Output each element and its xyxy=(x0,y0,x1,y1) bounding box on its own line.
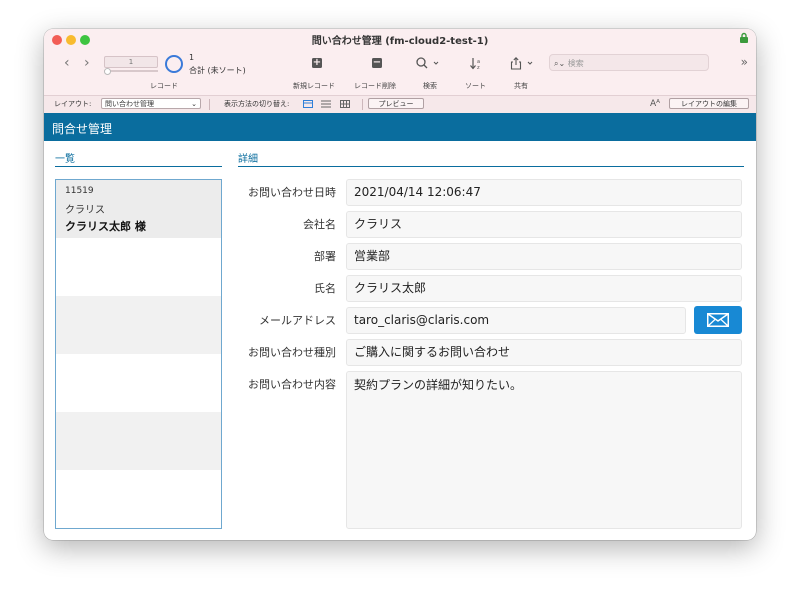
lock-icon xyxy=(740,32,748,43)
inquiry-datetime-field[interactable]: 2021/04/14 12:06:47 xyxy=(346,179,742,206)
page-title: 問合せ管理 xyxy=(52,122,113,136)
record-ring-icon xyxy=(165,55,183,73)
name-field[interactable]: クラリス太郎 xyxy=(346,275,742,302)
email-label: メールアドレス xyxy=(259,314,336,327)
list-item-id: 11519 xyxy=(65,186,94,196)
list-item-empty xyxy=(56,296,221,354)
find-button[interactable]: 検索 xyxy=(423,81,437,91)
list-item-empty xyxy=(56,412,221,470)
records-label: レコード xyxy=(150,82,178,90)
list-item-empty xyxy=(56,354,221,412)
chevron-down-icon: ⌄ xyxy=(191,100,197,108)
list-item[interactable]: 11519 クラリス クラリス太郎 様 xyxy=(56,180,221,238)
app-window: 問い合わせ管理 (fm-cloud2-test-1) ‹ › 1 1 合計 (未… xyxy=(44,29,756,540)
list-section-title: 一覧 xyxy=(55,154,75,165)
next-record-button[interactable]: › xyxy=(84,56,90,70)
sort-icon[interactable]: a z xyxy=(470,57,484,70)
table-view-icon[interactable] xyxy=(340,100,350,108)
list-item-empty xyxy=(56,470,221,528)
inquiry-content-field[interactable]: 契約プランの詳細が知りたい。 xyxy=(346,371,742,529)
new-record-button[interactable]: 新規レコード xyxy=(293,81,335,91)
quick-find-input[interactable]: ⌕⌄ 検索 xyxy=(549,54,709,71)
list-item-name: クラリス太郎 様 xyxy=(65,220,146,233)
send-mail-button[interactable] xyxy=(694,306,742,334)
previous-record-button[interactable]: ‹ xyxy=(64,56,70,70)
company-field[interactable]: クラリス xyxy=(346,211,742,238)
department-label: 部署 xyxy=(314,250,336,263)
record-count: 1 xyxy=(189,53,195,62)
company-label: 会社名 xyxy=(303,218,336,231)
edit-layout-button[interactable]: レイアウトの編集 xyxy=(669,98,749,109)
window-title: 問い合わせ管理 (fm-cloud2-test-1) xyxy=(311,36,489,47)
title-toolbar: 問い合わせ管理 (fm-cloud2-test-1) ‹ › 1 1 合計 (未… xyxy=(44,29,756,96)
share-icon[interactable] xyxy=(510,57,536,70)
inquiry-content-label: お問い合わせ内容 xyxy=(248,378,336,391)
search-placeholder: 検索 xyxy=(567,59,584,68)
sort-button[interactable]: ソート xyxy=(465,81,486,91)
layout-select[interactable]: 問い合わせ管理 ⌄ xyxy=(101,98,201,109)
inquiry-type-field[interactable]: ご購入に関するお問い合わせ xyxy=(346,339,742,366)
layout-label: レイアウト: xyxy=(54,100,92,108)
delete-record-button[interactable]: レコード削除 xyxy=(354,81,396,91)
font-size-icon[interactable]: Aᴬ xyxy=(650,96,660,113)
list-item-empty xyxy=(56,238,221,296)
preview-button[interactable]: プレビュー xyxy=(368,98,424,109)
department-field[interactable]: 営業部 xyxy=(346,243,742,270)
detail-section-underline xyxy=(238,166,744,167)
layout-bar: レイアウト: 問い合わせ管理 ⌄ 表示方法の切り替え: プレビュー Aᴬ レイア… xyxy=(44,96,756,114)
layout-select-value: 問い合わせ管理 xyxy=(105,100,154,108)
inquiry-type-label: お問い合わせ種別 xyxy=(248,346,336,359)
record-slider[interactable] xyxy=(104,68,158,75)
new-record-icon[interactable]: + xyxy=(312,58,322,68)
layout-header: 問合せ管理 xyxy=(44,113,756,141)
inquiry-datetime-label: お問い合わせ日時 xyxy=(248,186,336,199)
divider xyxy=(362,99,363,110)
delete-record-icon[interactable]: − xyxy=(372,58,382,68)
search-icon: ⌕⌄ xyxy=(554,59,566,68)
envelope-icon xyxy=(707,313,729,327)
list-section-underline xyxy=(55,166,222,167)
current-record-field[interactable]: 1 xyxy=(104,56,158,68)
find-icon[interactable] xyxy=(416,57,440,69)
view-as-label: 表示方法の切り替え: xyxy=(224,100,290,108)
list-view-icon[interactable] xyxy=(321,100,331,108)
email-field[interactable]: taro_claris@claris.com xyxy=(346,307,686,334)
record-count-label: 合計 (未ソート) xyxy=(189,66,246,75)
svg-text:z: z xyxy=(477,65,480,70)
detail-section-title: 詳細 xyxy=(238,154,258,165)
list-item-company: クラリス xyxy=(65,205,105,216)
share-button[interactable]: 共有 xyxy=(514,81,528,91)
form-view-icon[interactable] xyxy=(303,100,313,108)
toolbar-overflow-icon[interactable]: » xyxy=(741,55,748,69)
divider xyxy=(209,99,210,110)
record-list-portal[interactable]: 11519 クラリス クラリス太郎 様 xyxy=(55,179,222,529)
name-label: 氏名 xyxy=(314,282,336,295)
